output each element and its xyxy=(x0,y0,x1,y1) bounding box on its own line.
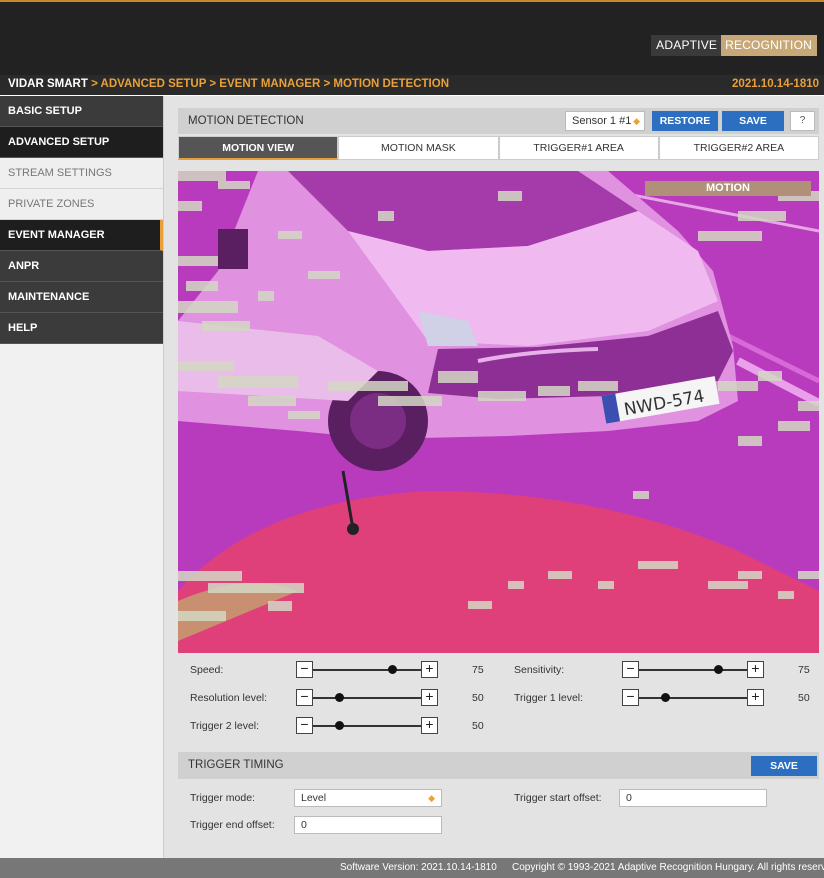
resolution-label: Resolution level: xyxy=(190,692,268,704)
trigger-mode-select[interactable]: Level ◆ xyxy=(294,789,442,807)
sensor-select[interactable]: Sensor 1 #1 ◆ xyxy=(565,111,645,131)
sidebar-item-help[interactable]: HELP xyxy=(0,313,163,344)
trigger1-row: Trigger 1 level: − + 50 xyxy=(514,689,814,707)
select-arrows-icon: ◆ xyxy=(428,793,435,803)
sidebar-item-private-zones[interactable]: PRIVATE ZONES xyxy=(0,189,163,220)
trigger2-row: Trigger 2 level: − + 50 xyxy=(190,717,490,735)
sensitivity-label: Sensitivity: xyxy=(514,664,565,676)
trigger-end-offset-input[interactable]: 0 xyxy=(294,816,442,834)
trigger-mode-value: Level xyxy=(301,792,327,804)
trigger-start-offset-label: Trigger start offset: xyxy=(514,792,602,804)
trigger-timing-header: TRIGGER TIMING SAVE xyxy=(178,752,819,779)
motion-sliders: Speed: − + 75 Sensitivity: − + 75 Resolu… xyxy=(178,653,819,745)
trigger2-value: 50 xyxy=(472,720,484,732)
tab-motion-mask[interactable]: MOTION MASK xyxy=(338,136,499,160)
panel-header: MOTION DETECTION Sensor 1 #1 ◆ RESTORE S… xyxy=(178,108,819,134)
save-button[interactable]: SAVE xyxy=(722,111,784,131)
sidebar-item-anpr[interactable]: ANPR xyxy=(0,251,163,282)
trigger-timing-title: TRIGGER TIMING xyxy=(188,759,284,771)
sensor-select-value: Sensor 1 #1 xyxy=(572,115,632,127)
trigger1-plus-button[interactable]: + xyxy=(747,689,764,706)
motion-indicator: MOTION xyxy=(645,181,811,196)
resolution-row: Resolution level: − + 50 xyxy=(190,689,490,707)
brand-logo: ADAPTIVE RECOGNITION xyxy=(651,35,817,56)
sensitivity-plus-button[interactable]: + xyxy=(747,661,764,678)
timing-save-button[interactable]: SAVE xyxy=(751,756,817,776)
speed-row: Speed: − + 75 xyxy=(190,661,490,679)
trigger2-slider-handle[interactable] xyxy=(335,721,344,730)
breadcrumb: VIDAR SMART > ADVANCED SETUP > EVENT MAN… xyxy=(0,75,824,95)
firmware-version: 2021.10.14-1810 xyxy=(732,78,819,90)
main-content: MOTION DETECTION Sensor 1 #1 ◆ RESTORE S… xyxy=(164,96,824,858)
software-version: Software Version: 2021.10.14-1810 xyxy=(340,862,497,873)
resolution-value: 50 xyxy=(472,692,484,704)
trigger1-slider-handle[interactable] xyxy=(661,693,670,702)
breadcrumb-path: > ADVANCED SETUP > EVENT MANAGER > MOTIO… xyxy=(87,78,449,90)
sensitivity-slider-track[interactable] xyxy=(639,669,747,671)
camera-image: NWD-574 xyxy=(178,171,819,653)
brand-part-2: RECOGNITION xyxy=(721,35,817,56)
trigger2-plus-button[interactable]: + xyxy=(421,717,438,734)
panel-title: MOTION DETECTION xyxy=(188,115,304,127)
trigger2-label: Trigger 2 level: xyxy=(190,720,260,732)
select-arrows-icon: ◆ xyxy=(633,116,640,126)
trigger1-slider-track[interactable] xyxy=(639,697,747,699)
sidebar: BASIC SETUP ADVANCED SETUP STREAM SETTIN… xyxy=(0,96,164,858)
resolution-plus-button[interactable]: + xyxy=(421,689,438,706)
brand-part-1: ADAPTIVE xyxy=(651,35,722,56)
sidebar-item-stream-settings[interactable]: STREAM SETTINGS xyxy=(0,158,163,189)
sidebar-item-event-manager[interactable]: EVENT MANAGER xyxy=(0,220,163,251)
breadcrumb-product: VIDAR SMART xyxy=(8,78,88,90)
tab-trigger2-area[interactable]: TRIGGER#2 AREA xyxy=(658,136,819,160)
footer: Software Version: 2021.10.14-1810 Copyri… xyxy=(0,858,824,878)
trigger-timing-form: Trigger mode: Level ◆ Trigger start offs… xyxy=(178,779,819,839)
speed-minus-button[interactable]: − xyxy=(296,661,313,678)
resolution-slider-handle[interactable] xyxy=(335,693,344,702)
speed-label: Speed: xyxy=(190,664,224,676)
speed-slider-handle[interactable] xyxy=(388,665,397,674)
speed-slider-track[interactable] xyxy=(313,669,421,671)
motion-detection-panel: MOTION DETECTION Sensor 1 #1 ◆ RESTORE S… xyxy=(178,108,819,160)
sensitivity-value: 75 xyxy=(798,664,810,676)
trigger-start-offset-input[interactable]: 0 xyxy=(619,789,767,807)
trigger1-value: 50 xyxy=(798,692,810,704)
sidebar-item-advanced-setup[interactable]: ADVANCED SETUP xyxy=(0,127,163,158)
camera-motion-view[interactable]: NWD-574 MOTION xyxy=(178,171,819,653)
top-header: ADAPTIVE RECOGNITION xyxy=(0,0,824,75)
trigger2-minus-button[interactable]: − xyxy=(296,717,313,734)
trigger-start-offset-value: 0 xyxy=(626,792,632,804)
copyright: Copyright © 1993-2021 Adaptive Recogniti… xyxy=(512,862,824,873)
speed-plus-button[interactable]: + xyxy=(421,661,438,678)
sensitivity-minus-button[interactable]: − xyxy=(622,661,639,678)
tab-motion-view[interactable]: MOTION VIEW xyxy=(178,136,339,160)
resolution-slider-track[interactable] xyxy=(313,697,421,699)
trigger1-label: Trigger 1 level: xyxy=(514,692,584,704)
restore-button[interactable]: RESTORE xyxy=(652,111,718,131)
sidebar-item-basic-setup[interactable]: BASIC SETUP xyxy=(0,96,163,127)
sensitivity-row: Sensitivity: − + 75 xyxy=(514,661,814,679)
trigger-end-offset-label: Trigger end offset: xyxy=(190,819,275,831)
tab-trigger1-area[interactable]: TRIGGER#1 AREA xyxy=(498,136,659,160)
sidebar-item-maintenance[interactable]: MAINTENANCE xyxy=(0,282,163,313)
trigger2-slider-track[interactable] xyxy=(313,725,421,727)
view-tabs: MOTION VIEW MOTION MASK TRIGGER#1 AREA T… xyxy=(178,136,819,160)
sensitivity-slider-handle[interactable] xyxy=(714,665,723,674)
trigger-mode-label: Trigger mode: xyxy=(190,792,255,804)
trigger-end-offset-value: 0 xyxy=(301,819,307,831)
trigger1-minus-button[interactable]: − xyxy=(622,689,639,706)
speed-value: 75 xyxy=(472,664,484,676)
resolution-minus-button[interactable]: − xyxy=(296,689,313,706)
help-button[interactable]: ? xyxy=(790,111,815,131)
